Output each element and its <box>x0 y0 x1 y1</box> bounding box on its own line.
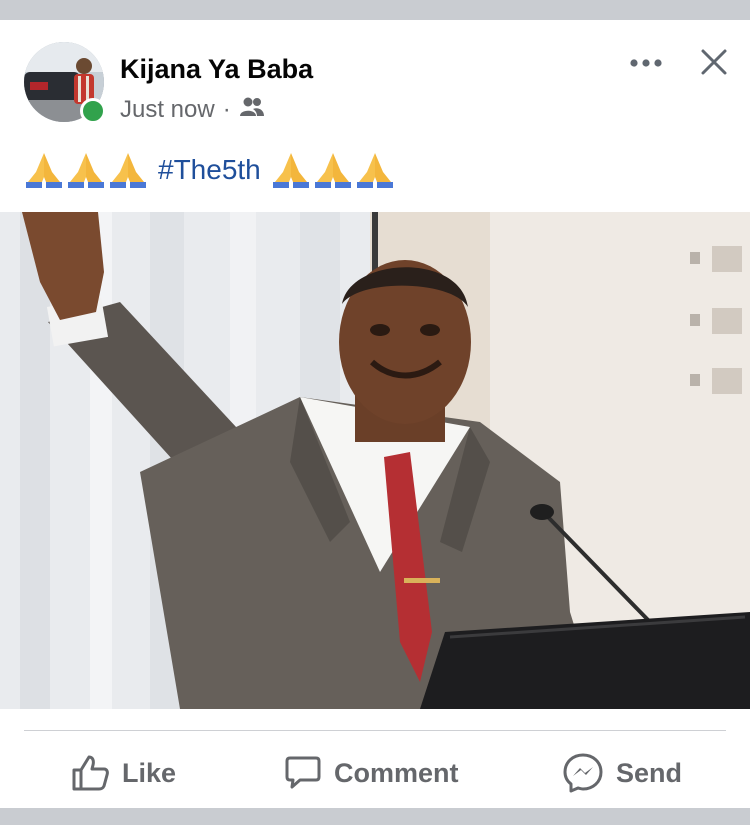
speaker-photo <box>0 212 750 709</box>
praying-hands-icon <box>24 150 64 190</box>
send-button[interactable]: Send <box>562 748 682 798</box>
author-name[interactable]: Kijana Ya Baba <box>120 54 313 85</box>
thumbs-up-icon <box>72 755 109 791</box>
more-options-button[interactable] <box>626 48 666 78</box>
praying-hands-icon <box>271 150 311 190</box>
meta-separator: · <box>222 96 231 123</box>
like-label: Like <box>122 757 177 788</box>
close-icon <box>701 49 727 75</box>
close-button[interactable] <box>698 46 730 78</box>
actions-divider <box>24 730 726 731</box>
post-photo[interactable] <box>0 212 750 709</box>
online-status-dot <box>80 98 106 124</box>
messenger-icon <box>563 753 603 793</box>
like-button[interactable]: Like <box>70 748 176 798</box>
praying-hands-icon <box>66 150 106 190</box>
post-card: Kijana Ya Baba Just now · 🙏🙏🙏 <box>0 20 750 808</box>
praying-hands-icon <box>108 150 148 190</box>
friends-icon[interactable] <box>239 96 265 125</box>
praying-hands-icon <box>355 150 395 190</box>
post-meta: Just now · <box>120 96 265 124</box>
more-icon <box>630 59 662 67</box>
praying-hands-icon <box>313 150 353 190</box>
bottom-frame-strip <box>0 808 750 825</box>
send-label: Send <box>616 757 683 788</box>
post-text: 🙏🙏🙏 #The5th <box>24 148 395 192</box>
comment-icon <box>285 756 321 789</box>
comment-label: Comment <box>334 757 459 788</box>
top-frame-strip <box>0 0 750 20</box>
hashtag-link[interactable]: #The5th <box>158 154 261 186</box>
timestamp[interactable]: Just now <box>120 96 215 124</box>
comment-button[interactable]: Comment <box>284 748 459 798</box>
